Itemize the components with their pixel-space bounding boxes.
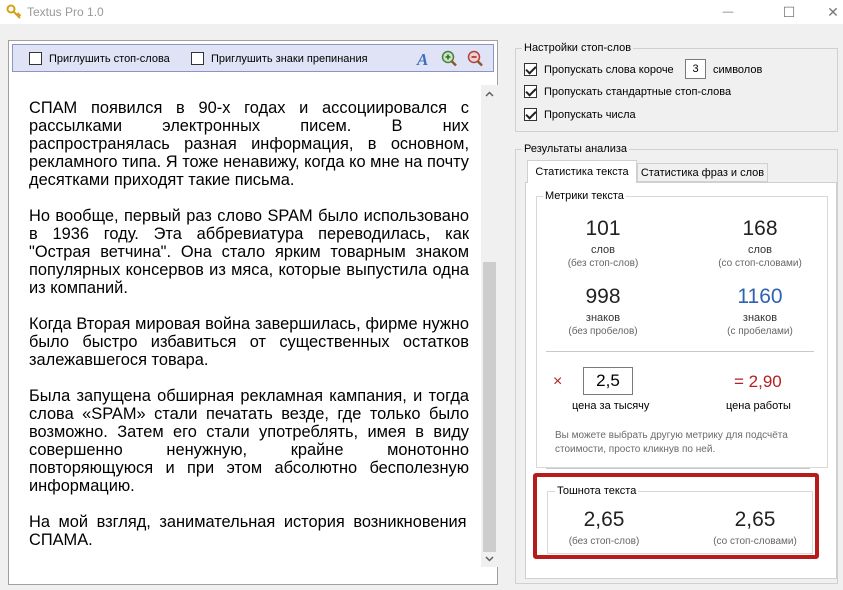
work-price-label: цена работы (726, 400, 791, 412)
checkbox-box[interactable] (524, 63, 537, 76)
text-paragraph: На мой взгляд, занимательная история воз… (29, 513, 467, 549)
scroll-down-arrow[interactable] (481, 550, 498, 567)
metric-sublabel: (со стоп-словами) (718, 258, 802, 269)
stopwords-settings-legend: Настройки стоп-слов (522, 42, 634, 54)
price-per-thousand-input[interactable]: 2,5 (583, 367, 633, 395)
metric-sublabel: (без стоп-слов) (567, 258, 639, 269)
text-paragraph: СПАМ появился в 90-х годах и ассоциирова… (29, 99, 469, 189)
metric-sublabel: (с пробелами) (727, 326, 793, 337)
editor-toolbar: Приглушить стоп-слова Приглушить знаки п… (12, 44, 494, 72)
metric-label: знаков (585, 312, 621, 324)
zoom-in-icon[interactable] (440, 50, 458, 68)
multiply-icon: × (553, 373, 563, 390)
mute-stopwords-checkbox[interactable]: Приглушить стоп-слова (29, 52, 170, 65)
checkbox-box[interactable] (29, 52, 42, 65)
metric-words-with-stopwords[interactable]: 168 слов (со стоп-словами) (690, 217, 830, 270)
metric-value: 168 (742, 217, 778, 240)
zoom-out-icon[interactable] (466, 50, 484, 68)
font-icon[interactable]: A (415, 50, 433, 68)
skip-standard-stopwords-label: Пропускать стандартные стоп-слова (544, 85, 732, 98)
price-per-thousand-label: цена за тысячу (572, 400, 650, 412)
skip-short-words-label: Пропускать слова короче (544, 63, 674, 76)
text-paragraph: Была запущена обширная рекламная кампани… (29, 387, 469, 495)
mute-punctuation-label: Приглушить знаки препинания (211, 52, 368, 65)
highlight-frame (533, 473, 819, 559)
window-title: Textus Pro 1.0 (27, 5, 104, 19)
metric-label: слов (590, 244, 615, 256)
metric-words-no-stopwords[interactable]: 101 слов (без стоп-слов) (533, 217, 673, 270)
work-price-value: = 2,90 (734, 372, 782, 391)
metric-label: слов (747, 244, 772, 256)
checkbox-box[interactable] (524, 108, 537, 121)
metric-label: знаков (742, 312, 778, 324)
mute-punctuation-checkbox[interactable]: Приглушить знаки препинания (191, 52, 368, 65)
checkbox-box[interactable] (191, 52, 204, 65)
text-paragraph: Но вообще, первый раз слово SPAM было ис… (29, 207, 469, 297)
mute-stopwords-label: Приглушить стоп-слова (49, 52, 170, 65)
skip-short-words-checkbox[interactable]: Пропускать слова короче (524, 63, 674, 76)
checkbox-box[interactable] (524, 85, 537, 98)
skip-numbers-label: Пропускать числа (544, 108, 636, 121)
close-icon: ✕ (827, 3, 839, 20)
text-metrics-legend: Метрики текста (543, 190, 626, 202)
chevron-down-icon (485, 555, 494, 562)
maximize-icon: ☐ (782, 3, 796, 20)
analysis-results-legend: Результаты анализа (522, 143, 630, 155)
svg-text:A: A (416, 50, 428, 68)
metrics-divider (546, 351, 814, 352)
minimize-button[interactable]: — (705, 0, 751, 24)
metric-chars-with-spaces[interactable]: 1160 знаков (с пробелами) (690, 285, 830, 338)
tab-text-stats[interactable]: Статистика текста (527, 160, 637, 183)
text-content[interactable]: СПАМ появился в 90-х годах и ассоциирова… (29, 99, 469, 567)
metric-value: 998 (585, 285, 621, 308)
scrollbar-thumb[interactable] (483, 262, 496, 552)
text-editor-panel: Приглушить стоп-слова Приглушить знаки п… (8, 40, 498, 585)
minimize-icon: — (722, 6, 734, 18)
tab-phrase-stats[interactable]: Статистика фраз и слов (637, 163, 768, 182)
nausea-divider (546, 468, 810, 469)
chevron-up-icon (485, 90, 494, 97)
scroll-up-arrow[interactable] (481, 85, 498, 102)
close-button[interactable]: ✕ (810, 0, 843, 24)
key-icon (6, 4, 22, 19)
metric-value: 101 (585, 217, 621, 240)
skip-standard-stopwords-checkbox[interactable]: Пропускать стандартные стоп-слова (524, 85, 731, 98)
metric-value: 1160 (737, 285, 783, 308)
skip-numbers-checkbox[interactable]: Пропускать числа (524, 108, 636, 121)
vertical-scrollbar[interactable] (481, 85, 498, 567)
metric-hint-text: Вы можете выбрать другую метрику для под… (555, 430, 788, 455)
title-bar: Textus Pro 1.0 — ☐ ✕ (0, 0, 843, 24)
text-paragraph: Когда Вторая мировая война завершилась, … (29, 315, 469, 369)
metric-sublabel: (без пробелов) (568, 326, 638, 337)
min-word-length-input[interactable]: 3 (685, 59, 706, 79)
symbols-suffix-label: символов (713, 64, 763, 76)
metric-chars-no-spaces[interactable]: 998 знаков (без пробелов) (533, 285, 673, 338)
maximize-button[interactable]: ☐ (766, 0, 812, 24)
